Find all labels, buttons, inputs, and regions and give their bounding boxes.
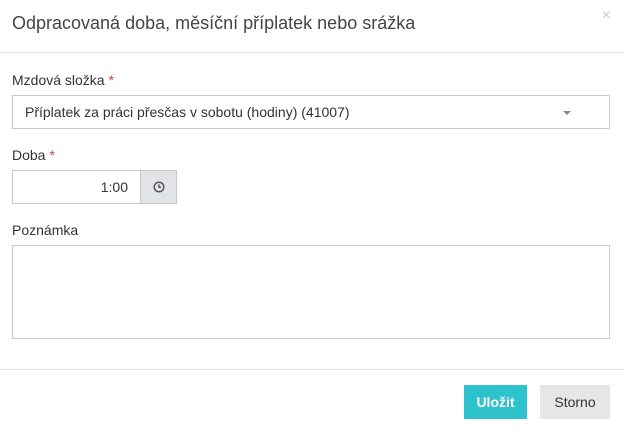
component-label-text: Mzdová složka [12, 72, 105, 88]
required-mark: * [108, 72, 115, 88]
cancel-button[interactable]: Storno [540, 385, 610, 419]
dialog-title: Odpracovaná doba, měsíční příplatek nebo… [12, 13, 416, 33]
duration-input[interactable] [12, 170, 140, 204]
footer-divider [0, 369, 624, 370]
note-label: Poznámka [12, 222, 79, 238]
duration-label-text: Doba [12, 147, 46, 163]
component-label: Mzdová složka * [12, 72, 114, 88]
save-button[interactable]: Uložit [464, 385, 527, 419]
required-mark: * [49, 147, 55, 163]
note-textarea[interactable] [12, 245, 610, 339]
component-select-value: Příplatek za práci přesčas v sobotu (hod… [25, 104, 350, 120]
component-select[interactable]: Příplatek za práci přesčas v sobotu (hod… [12, 95, 610, 129]
chevron-down-icon [563, 111, 571, 115]
duration-label: Doba * [12, 147, 55, 163]
dialog-header: Odpracovaná doba, měsíční příplatek nebo… [0, 0, 624, 53]
close-icon[interactable]: × [602, 8, 611, 24]
clock-icon [153, 181, 165, 193]
time-picker-button[interactable] [140, 170, 177, 204]
